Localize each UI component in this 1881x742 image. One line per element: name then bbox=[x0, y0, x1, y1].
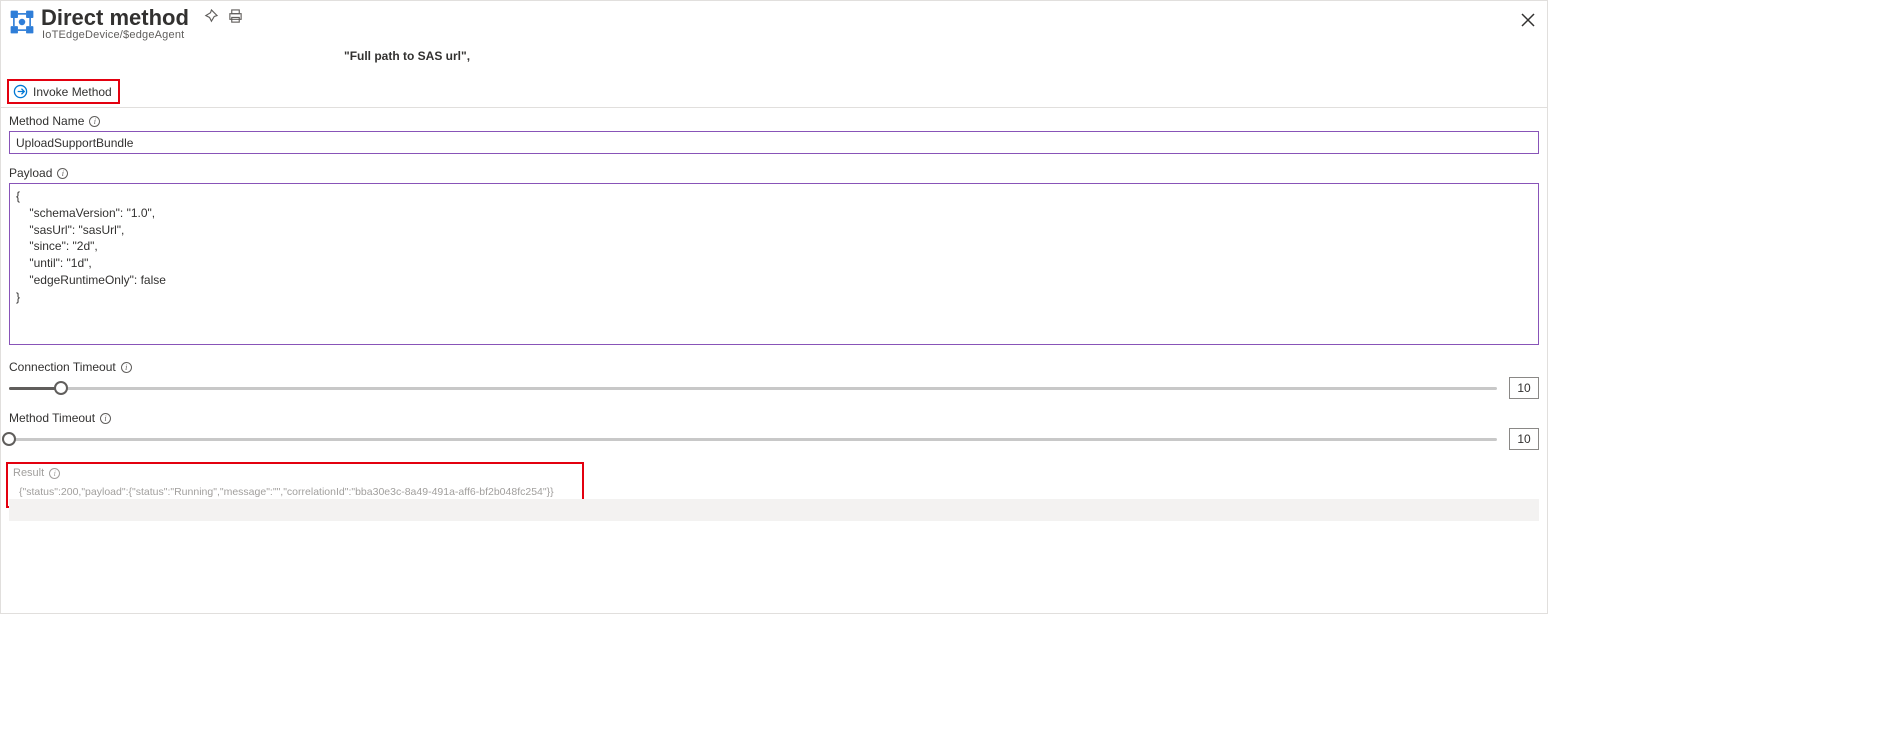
sas-url-hint: "Full path to SAS url", bbox=[344, 49, 470, 63]
print-icon[interactable] bbox=[228, 9, 243, 27]
method-name-label: Method Name bbox=[9, 114, 84, 128]
method-timeout-field: Method Timeout i 10 bbox=[9, 411, 1539, 450]
payload-input[interactable] bbox=[9, 183, 1539, 345]
info-icon[interactable]: i bbox=[49, 468, 60, 479]
info-icon[interactable]: i bbox=[89, 116, 100, 127]
result-output-bg bbox=[9, 499, 1539, 521]
invoke-method-label: Invoke Method bbox=[33, 85, 112, 99]
page-subtitle: IoTEdgeDevice/$edgeAgent bbox=[42, 29, 1539, 41]
method-timeout-slider[interactable] bbox=[9, 428, 1497, 450]
direct-method-panel: Direct method bbox=[0, 0, 1548, 614]
panel-header: Direct method bbox=[1, 1, 1547, 43]
invoke-arrow-icon bbox=[13, 84, 28, 99]
connection-timeout-label: Connection Timeout bbox=[9, 360, 116, 374]
invoke-method-button[interactable]: Invoke Method bbox=[7, 79, 120, 104]
title-block: Direct method bbox=[41, 5, 1539, 41]
connection-timeout-value: 10 bbox=[1509, 377, 1539, 399]
payload-label: Payload bbox=[9, 166, 52, 180]
info-icon[interactable]: i bbox=[57, 168, 68, 179]
method-name-input[interactable] bbox=[9, 131, 1539, 154]
page-title: Direct method bbox=[41, 5, 189, 31]
payload-field: Payload i bbox=[9, 166, 1539, 348]
pin-icon[interactable] bbox=[203, 9, 218, 27]
result-label: Result bbox=[13, 467, 44, 479]
connection-timeout-slider[interactable] bbox=[9, 377, 1497, 399]
info-icon[interactable]: i bbox=[121, 362, 132, 373]
close-button[interactable] bbox=[1519, 11, 1537, 29]
method-timeout-label: Method Timeout bbox=[9, 411, 95, 425]
connection-timeout-field: Connection Timeout i 10 bbox=[9, 360, 1539, 399]
method-name-field: Method Name i bbox=[9, 114, 1539, 154]
iot-device-icon bbox=[9, 9, 35, 35]
method-timeout-value: 10 bbox=[1509, 428, 1539, 450]
info-icon[interactable]: i bbox=[100, 413, 111, 424]
